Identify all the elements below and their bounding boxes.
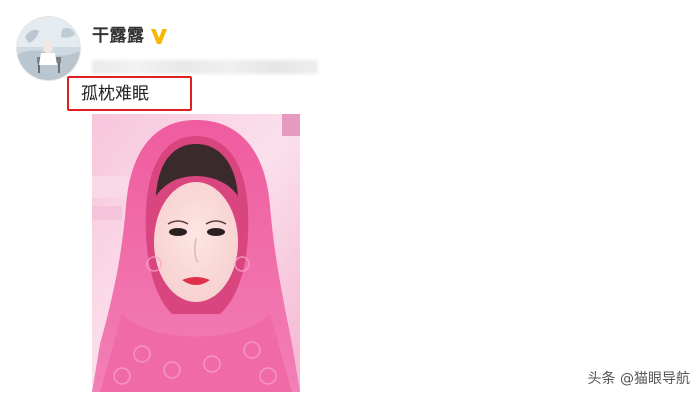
author-avatar[interactable] (17, 17, 80, 80)
post-text: 孤枕难眠 (81, 84, 149, 104)
post-photo[interactable] (92, 114, 300, 392)
verified-v-icon (151, 29, 167, 44)
author-name[interactable]: 干露露 (92, 25, 145, 47)
watermark-text: 头条 @猫眼导航 (587, 371, 690, 387)
blurred-post-meta (92, 60, 318, 74)
highlight-box: 孤枕难眠 (67, 76, 192, 111)
